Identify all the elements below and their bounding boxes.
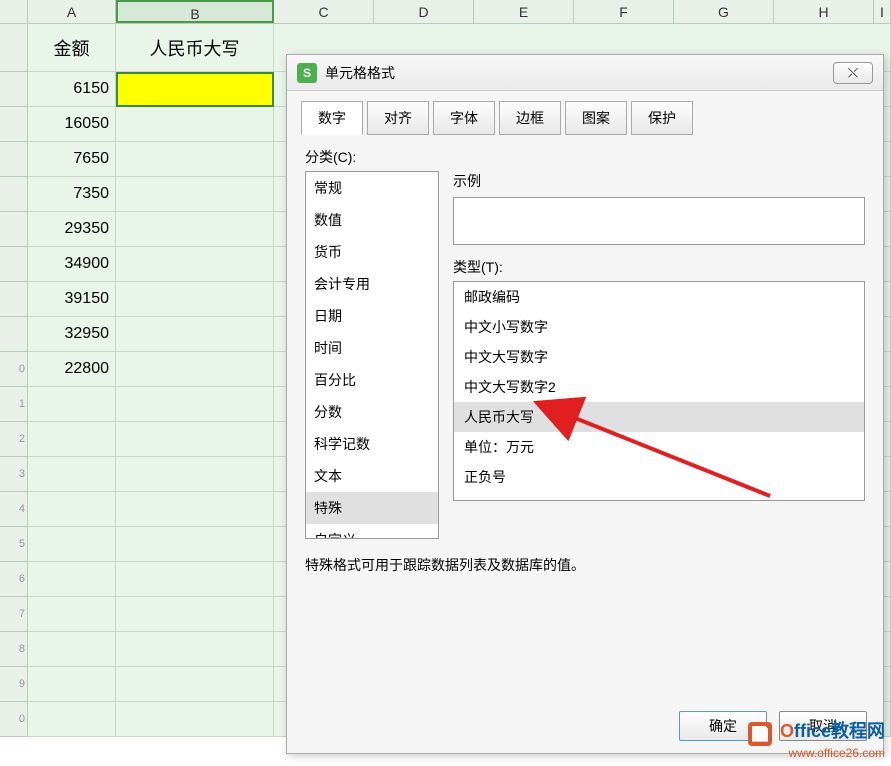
row-header[interactable] bbox=[0, 72, 28, 107]
category-item-special[interactable]: 特殊 bbox=[306, 492, 438, 524]
category-item[interactable]: 常规 bbox=[306, 172, 438, 204]
watermark: Office教程网 www.office26.com bbox=[748, 721, 885, 760]
corner-cell[interactable] bbox=[0, 0, 28, 23]
category-label: 分类(C): bbox=[305, 147, 865, 167]
type-item[interactable]: 中文大写数字 bbox=[454, 342, 864, 372]
cell-B1[interactable]: 人民币大写 bbox=[116, 24, 274, 72]
category-item[interactable]: 货币 bbox=[306, 236, 438, 268]
type-item[interactable]: 中文小写数字 bbox=[454, 312, 864, 342]
cell-A1[interactable]: 金额 bbox=[28, 24, 116, 72]
type-list[interactable]: 邮政编码 中文小写数字 中文大写数字 中文大写数字2 人民币大写 单位：万元 正… bbox=[453, 281, 865, 501]
category-item[interactable]: 科学记数 bbox=[306, 428, 438, 460]
dialog-tabs: 数字 对齐 字体 边框 图案 保护 bbox=[287, 91, 883, 135]
tab-protect[interactable]: 保护 bbox=[631, 101, 693, 135]
type-item-rmb[interactable]: 人民币大写 bbox=[454, 402, 864, 432]
category-item[interactable]: 自定义 bbox=[306, 524, 438, 539]
cell-A2[interactable]: 6150 bbox=[28, 72, 116, 107]
format-description: 特殊格式可用于跟踪数据列表及数据库的值。 bbox=[305, 555, 865, 575]
dialog-titlebar[interactable]: S 单元格格式 ⤬ bbox=[287, 55, 883, 91]
type-item[interactable]: 中文大写数字2 bbox=[454, 372, 864, 402]
type-item[interactable]: 单位：万元 bbox=[454, 432, 864, 462]
col-header-D[interactable]: D bbox=[374, 0, 474, 23]
col-header-G[interactable]: G bbox=[674, 0, 774, 23]
category-item[interactable]: 分数 bbox=[306, 396, 438, 428]
dialog-body: 分类(C): 常规 数值 货币 会计专用 日期 时间 百分比 分数 科学记数 文… bbox=[287, 135, 883, 583]
col-header-I[interactable]: I bbox=[874, 0, 891, 23]
type-item[interactable]: 邮政编码 bbox=[454, 282, 864, 312]
example-box bbox=[453, 197, 865, 245]
app-icon: S bbox=[297, 63, 317, 83]
tab-border[interactable]: 边框 bbox=[499, 101, 561, 135]
category-item[interactable]: 文本 bbox=[306, 460, 438, 492]
type-label: 类型(T): bbox=[453, 257, 865, 277]
category-item[interactable]: 日期 bbox=[306, 300, 438, 332]
col-header-A[interactable]: A bbox=[28, 0, 116, 23]
close-icon: ⤬ bbox=[848, 65, 858, 80]
cell-B2-selected[interactable] bbox=[116, 72, 274, 107]
category-item[interactable]: 数值 bbox=[306, 204, 438, 236]
cell-format-dialog: S 单元格格式 ⤬ 数字 对齐 字体 边框 图案 保护 分类(C): 常规 数值… bbox=[286, 54, 884, 754]
watermark-url: www.office26.com bbox=[748, 746, 885, 760]
col-header-H[interactable]: H bbox=[774, 0, 874, 23]
col-header-C[interactable]: C bbox=[274, 0, 374, 23]
dialog-title: 单元格格式 bbox=[325, 63, 833, 83]
example-label: 示例 bbox=[453, 171, 865, 191]
col-header-E[interactable]: E bbox=[474, 0, 574, 23]
column-headers: A B C D E F G H I bbox=[0, 0, 891, 24]
office-logo-icon bbox=[748, 722, 772, 746]
category-item[interactable]: 会计专用 bbox=[306, 268, 438, 300]
col-header-B[interactable]: B bbox=[116, 0, 274, 23]
tab-align[interactable]: 对齐 bbox=[367, 101, 429, 135]
close-button[interactable]: ⤬ bbox=[833, 62, 873, 84]
tab-pattern[interactable]: 图案 bbox=[565, 101, 627, 135]
category-item[interactable]: 时间 bbox=[306, 332, 438, 364]
category-list[interactable]: 常规 数值 货币 会计专用 日期 时间 百分比 分数 科学记数 文本 特殊 自定… bbox=[305, 171, 439, 539]
tab-font[interactable]: 字体 bbox=[433, 101, 495, 135]
col-header-F[interactable]: F bbox=[574, 0, 674, 23]
type-item[interactable]: 正负号 bbox=[454, 462, 864, 492]
category-item[interactable]: 百分比 bbox=[306, 364, 438, 396]
tab-number[interactable]: 数字 bbox=[301, 101, 363, 135]
row-header[interactable] bbox=[0, 24, 28, 72]
